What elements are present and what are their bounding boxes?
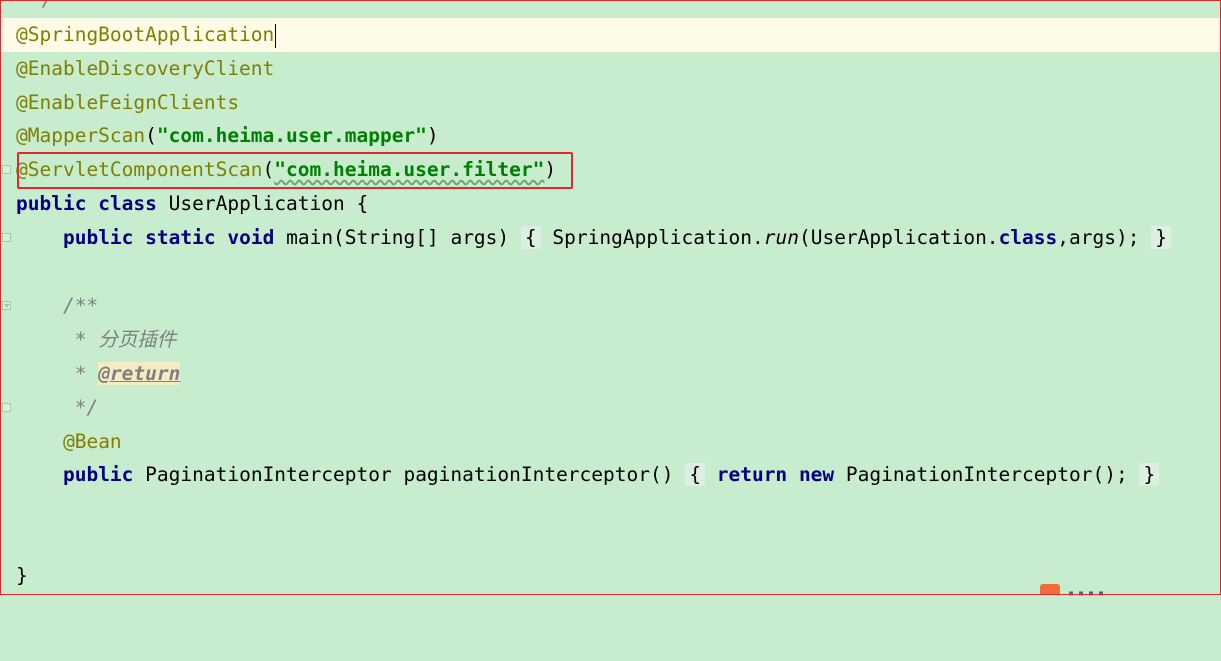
- code-line[interactable]: public static void main(String[] args) {…: [0, 221, 1221, 255]
- annotation: @MapperScan: [16, 124, 146, 147]
- folded-brace[interactable]: }: [1139, 463, 1160, 486]
- annotation: @ServletComponentScan: [16, 158, 263, 181]
- doc-comment: */: [62, 396, 99, 419]
- code-line[interactable]: public PaginationInterceptor paginationI…: [0, 458, 1221, 492]
- keyword: public: [62, 463, 134, 486]
- string-literal: "com.heima.user.filter": [274, 158, 545, 181]
- keyword: public: [62, 226, 134, 249]
- keyword: public: [16, 192, 87, 215]
- javadoc-tag: @return: [98, 362, 181, 385]
- code-line[interactable]: */: [0, 391, 1221, 425]
- code-text: PaginationInterceptor();: [845, 463, 1128, 486]
- string-literal: "com.heima.user.mapper": [156, 124, 427, 147]
- code-editor[interactable]: */ @SpringBootApplication @EnableDiscove…: [0, 0, 1221, 595]
- code-line[interactable]: @Bean: [0, 425, 1221, 459]
- method-call: run: [763, 226, 799, 249]
- keyword: new: [798, 463, 835, 486]
- doc-comment: *: [62, 362, 99, 385]
- ime-widget-icon[interactable]: [1040, 584, 1060, 595]
- code-line[interactable]: * @return: [0, 357, 1221, 391]
- keyword: return: [716, 463, 788, 486]
- keyword: class: [98, 192, 157, 215]
- code-line[interactable]: }: [0, 559, 1221, 593]
- annotation: @EnableFeignClients: [16, 91, 240, 114]
- code-line[interactable]: /**: [0, 289, 1221, 323]
- method-signature: PaginationInterceptor paginationIntercep…: [145, 463, 674, 486]
- folded-brace[interactable]: }: [1151, 226, 1171, 249]
- code-line-current[interactable]: @SpringBootApplication: [0, 18, 1221, 52]
- annotation: @Bean: [62, 430, 122, 453]
- folded-brace[interactable]: {: [685, 463, 705, 486]
- doc-comment: /**: [62, 294, 99, 317]
- annotation: @EnableDiscoveryClient: [16, 57, 275, 80]
- class-declaration: UserApplication {: [168, 192, 369, 215]
- folded-brace[interactable]: {: [520, 226, 541, 249]
- code-line[interactable]: @MapperScan("com.heima.user.mapper"): [0, 119, 1221, 153]
- code-line[interactable]: * 分页插件: [0, 323, 1221, 357]
- text-caret: [275, 23, 277, 48]
- keyword: static: [145, 226, 216, 249]
- method-signature: main(String[] args): [286, 226, 510, 249]
- code-text: (UserApplication.: [798, 226, 999, 249]
- code-text: ,args);: [1057, 226, 1140, 249]
- keyword: class: [998, 226, 1058, 249]
- code-line[interactable]: @ServletComponentScan("com.heima.user.fi…: [0, 153, 1221, 187]
- ime-toolbar-icons[interactable]: ▪▪▪▪: [1068, 588, 1108, 599]
- keyword: void: [227, 226, 275, 249]
- closing-brace: }: [16, 564, 28, 587]
- code-text: SpringApplication.: [552, 226, 764, 249]
- doc-comment: * 分页插件: [62, 328, 177, 351]
- annotation: @SpringBootApplication: [16, 23, 275, 46]
- code-line[interactable]: public class UserApplication {: [0, 187, 1221, 221]
- code-line[interactable]: @EnableDiscoveryClient: [0, 52, 1221, 86]
- code-line[interactable]: @EnableFeignClients: [0, 86, 1221, 120]
- comment-end: */: [30, 0, 53, 11]
